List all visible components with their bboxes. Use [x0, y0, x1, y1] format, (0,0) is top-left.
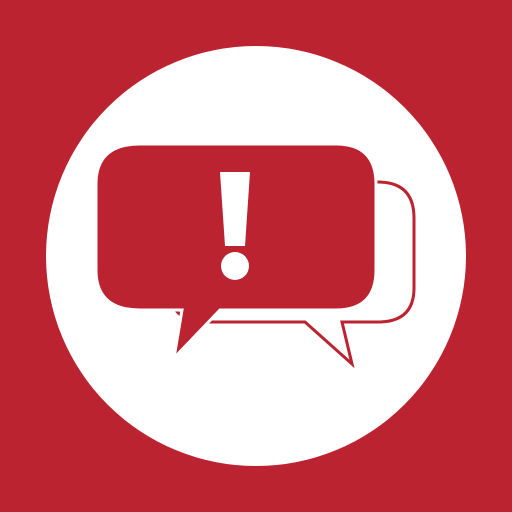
exclamation-dot	[221, 252, 249, 280]
alert-chat-bubbles-icon	[0, 0, 512, 512]
app-icon	[0, 0, 512, 512]
exclamation-bar	[220, 172, 250, 246]
